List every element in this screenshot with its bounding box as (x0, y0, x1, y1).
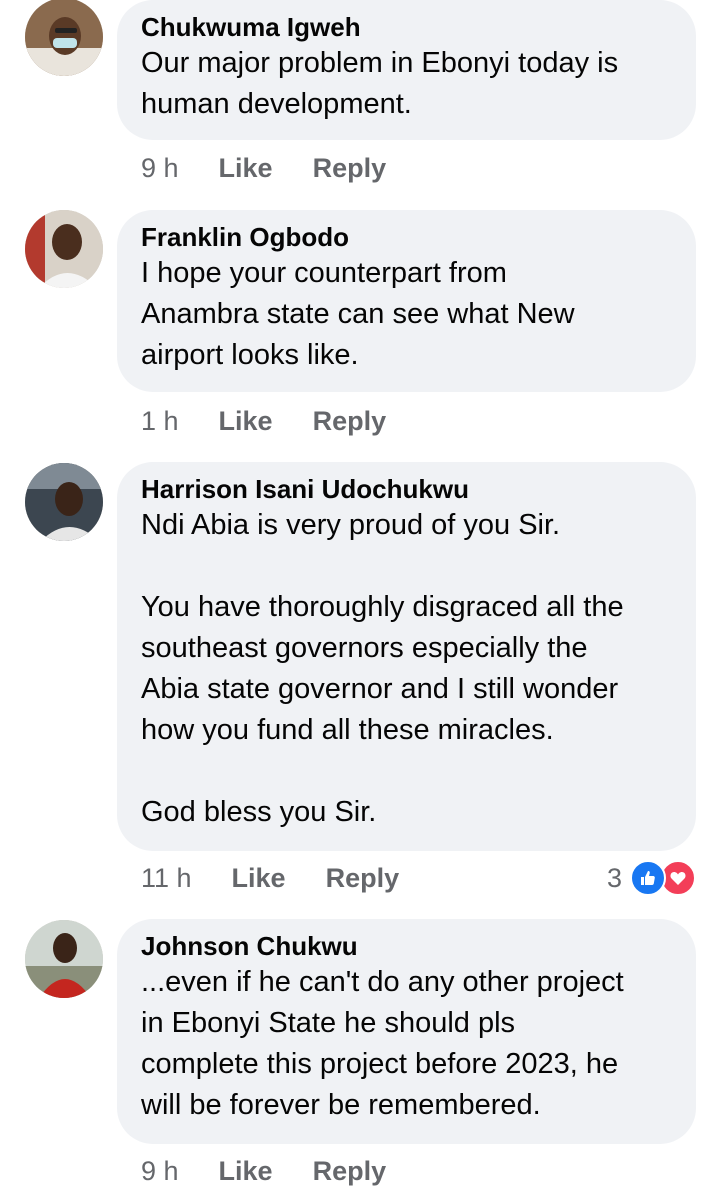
comment-text: ...even if he can't do any other project… (141, 966, 624, 1121)
comment-author[interactable]: Chukwuma Igweh (141, 11, 672, 43)
like-button[interactable]: Like (219, 1151, 273, 1191)
avatar[interactable] (25, 0, 103, 76)
reaction-count: 3 (606, 862, 622, 893)
avatar[interactable] (25, 920, 103, 998)
reply-button[interactable]: Reply (313, 1151, 387, 1191)
comment-author[interactable]: Harrison Isani Udochukwu (141, 473, 672, 505)
comment-bubble: Franklin Ogbodo I hope your counterpart … (117, 210, 696, 392)
comment-bubble: Chukwuma Igweh Our major problem in Ebon… (117, 0, 696, 140)
comment-author[interactable]: Franklin Ogbodo (141, 221, 672, 253)
like-button[interactable]: Like (232, 858, 286, 898)
reaction-summary[interactable]: 3 (607, 858, 696, 898)
comment-actions: 9 h Like Reply (141, 1151, 386, 1191)
comment-author[interactable]: Johnson Chukwu (141, 930, 672, 962)
comment-timestamp[interactable]: 1 h (141, 401, 179, 441)
comment-timestamp[interactable]: 11 h (141, 858, 192, 898)
like-button[interactable]: Like (219, 401, 273, 441)
comment-actions: 1 h Like Reply (141, 401, 386, 441)
reply-button[interactable]: Reply (326, 858, 400, 898)
like-button[interactable]: Like (219, 148, 273, 188)
comment-bubble: Harrison Isani Udochukwu Ndi Abia is ver… (117, 462, 696, 851)
reply-button[interactable]: Reply (313, 148, 387, 188)
comment-bubble: Johnson Chukwu ...even if he can't do an… (117, 919, 696, 1144)
comment-actions: 9 h Like Reply (141, 148, 386, 188)
comment-text: I hope your counterpart from Anambra sta… (141, 257, 575, 371)
comment-text: Our major problem in Ebonyi today is hum… (141, 47, 619, 120)
reply-button[interactable]: Reply (313, 401, 387, 441)
comment-timestamp[interactable]: 9 h (141, 148, 179, 188)
comment-text: Ndi Abia is very proud of you Sir. You h… (141, 509, 624, 828)
comment-timestamp[interactable]: 9 h (141, 1151, 179, 1191)
comment-actions: 11 h Like Reply (141, 858, 399, 898)
like-reaction-icon (630, 860, 666, 896)
avatar[interactable] (25, 210, 103, 288)
avatar[interactable] (25, 463, 103, 541)
